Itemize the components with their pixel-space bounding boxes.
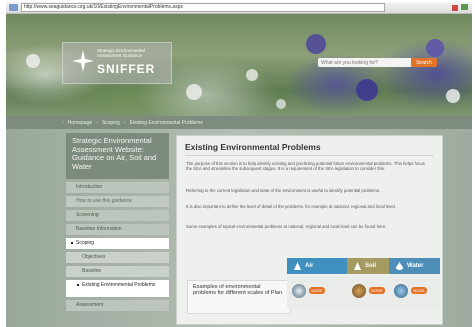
air-icon (294, 262, 301, 270)
site-logo[interactable]: Strategic Environmental Assessment Guida… (62, 42, 172, 84)
soil-more-button[interactable]: MORE (369, 287, 385, 294)
sidebar-item-introduction[interactable]: Introduction (66, 182, 169, 193)
bullet-icon (77, 284, 79, 286)
page-frame: http://www.seaguidance.org.uk/10/Existin… (6, 2, 472, 327)
browser-toolbar: http://www.seaguidance.org.uk/10/Existin… (6, 2, 472, 14)
water-drop-icon (396, 262, 403, 270)
sidebar-item-baseline[interactable]: Baseline (66, 266, 169, 277)
logo-name: SNIFFER (97, 62, 156, 76)
breadcrumb-bar: › Homepage › Scoping › Existing Environm… (6, 116, 472, 129)
sidebar-item-screening[interactable]: Screening (66, 210, 169, 221)
soil-icon (354, 262, 361, 270)
sidebar-item-how-to-use[interactable]: How to use this guidance (66, 196, 169, 207)
soil-image (352, 284, 366, 298)
tab-air[interactable]: Air (287, 258, 354, 274)
sidebar-heading: Strategic Environmental Assessment Websi… (66, 133, 169, 179)
header-banner: Strategic Environmental Assessment Guida… (6, 14, 472, 116)
breadcrumb-homepage[interactable]: Homepage (68, 120, 92, 126)
sidebar-item-scoping[interactable]: Scoping (66, 238, 169, 249)
intro-paragraph: The purpose of this section is to help i… (186, 161, 425, 172)
air-image (292, 284, 306, 298)
stop-icon[interactable] (452, 4, 458, 11)
sidebar-item-objectives[interactable]: Objectives (66, 252, 169, 263)
back-icon[interactable] (9, 4, 18, 11)
sidebar: Strategic Environmental Assessment Websi… (66, 133, 169, 311)
bullet-icon (71, 242, 73, 244)
search-button[interactable]: Search (411, 58, 437, 67)
sidebar-item-baseline-information[interactable]: Baseline Information (66, 224, 169, 235)
main-panel: Existing Environmental Problems The purp… (176, 135, 443, 325)
search-input[interactable] (318, 58, 412, 67)
breadcrumb-current: Existing Environmental Problems (129, 119, 203, 126)
air-card: MORE (287, 276, 354, 308)
breadcrumb: › Homepage › Scoping › Existing Environm… (62, 119, 203, 126)
examples-paragraph: Some examples of topical environmental p… (186, 224, 387, 229)
water-image (394, 284, 408, 298)
title-divider (185, 155, 434, 156)
breadcrumb-scoping[interactable]: Scoping (102, 120, 120, 126)
water-card: MORE (389, 276, 440, 308)
sniffer-logo-icon (72, 50, 94, 72)
page-title: Existing Environmental Problems (185, 142, 321, 152)
logo-subtitle: Strategic Environmental Assessment Guida… (97, 48, 145, 58)
examples-label: Examples of environmental problems for d… (187, 280, 291, 314)
legislation-paragraph: Referring to the current legislation and… (186, 188, 381, 193)
sidebar-item-existing-problems[interactable]: Existing Environmental Problems (66, 280, 169, 297)
address-bar[interactable]: http://www.seaguidance.org.uk/10/Existin… (21, 3, 385, 12)
water-more-button[interactable]: MORE (411, 287, 427, 294)
tab-water[interactable]: Water (389, 258, 440, 274)
air-more-button[interactable]: MORE (309, 287, 325, 294)
go-icon[interactable] (461, 4, 468, 10)
detail-paragraph: It is also important to define the level… (186, 204, 396, 209)
sidebar-item-assessment[interactable]: Assessment (66, 300, 169, 311)
